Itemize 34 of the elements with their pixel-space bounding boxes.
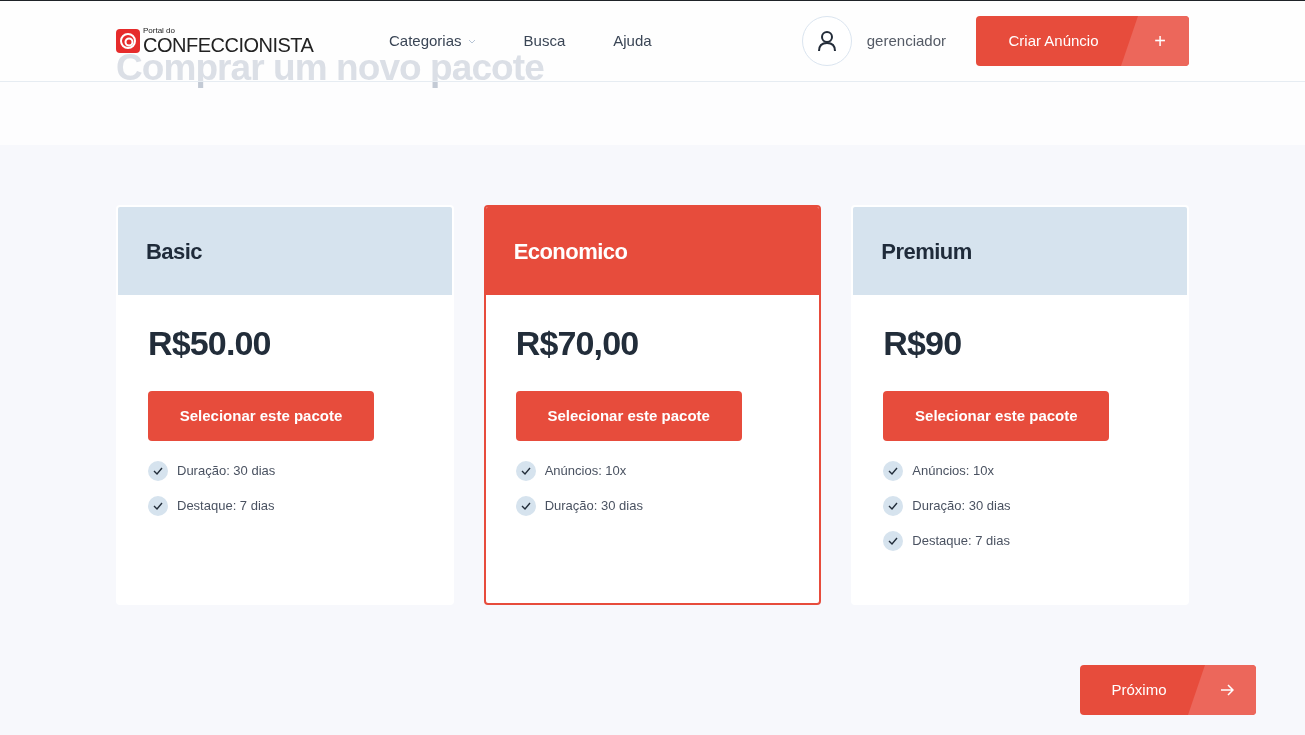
logo-icon xyxy=(116,29,140,53)
select-package-button[interactable]: Selecionar este pacote xyxy=(148,391,374,441)
feature-text: Duração: 30 dias xyxy=(177,462,276,481)
feature-text: Destaque: 7 dias xyxy=(912,532,1010,551)
check-icon xyxy=(148,461,168,481)
select-package-button[interactable]: Selecionar este pacote xyxy=(883,391,1110,441)
check-icon xyxy=(883,496,904,516)
chevron-down-icon xyxy=(467,38,476,44)
nav-link[interactable]: Ajuda xyxy=(613,29,652,53)
feature-text: Duração: 30 dias xyxy=(544,497,643,516)
nav-link[interactable]: Busca xyxy=(523,29,566,53)
username-link[interactable]: gerenciador xyxy=(866,29,946,53)
package-name: Premium xyxy=(881,237,972,266)
check-icon xyxy=(883,531,904,551)
arrow-right-icon xyxy=(1220,684,1234,696)
feature-text: Anúncios: 10x xyxy=(912,462,994,481)
feature-text: Destaque: 7 dias xyxy=(177,497,275,516)
create-ad-button[interactable]: Criar Anúncio + xyxy=(976,16,1189,66)
next-button[interactable]: Próximo xyxy=(1080,665,1256,715)
check-icon xyxy=(515,496,536,516)
package-name: Basic xyxy=(146,237,202,266)
nav-link[interactable]: Categorias xyxy=(389,29,476,53)
check-icon xyxy=(515,461,536,481)
logo-subtitle: Portal do xyxy=(143,27,177,35)
check-icon xyxy=(148,496,168,516)
package-price: R$50.00 xyxy=(148,323,272,363)
select-package-button[interactable]: Selecionar este pacote xyxy=(515,391,742,441)
package-price: R$90 xyxy=(883,323,963,363)
feature-text: Duração: 30 dias xyxy=(912,497,1011,516)
feature-text: Anúncios: 10x xyxy=(544,462,627,481)
user-icon xyxy=(816,30,837,52)
package-name: Economico xyxy=(513,237,628,266)
check-icon xyxy=(883,461,904,481)
package-price: R$70,00 xyxy=(515,323,640,363)
